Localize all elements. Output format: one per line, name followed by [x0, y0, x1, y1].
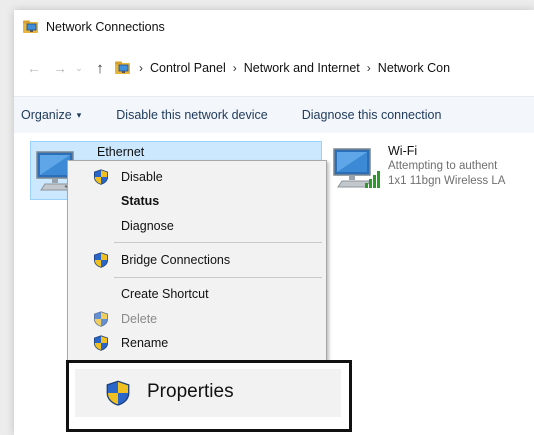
- address-bar: ← → ⌄ ↑ › Control Panel › Network and In…: [14, 50, 534, 86]
- diagnose-connection-button[interactable]: Diagnose this connection: [302, 108, 442, 122]
- menu-item-diagnose[interactable]: Diagnose: [68, 214, 326, 238]
- recent-locations-chevron-icon[interactable]: ⌄: [72, 63, 86, 74]
- menu-item-label: Rename: [121, 336, 169, 350]
- shield-icon: [93, 169, 109, 185]
- disable-device-button[interactable]: Disable this network device: [116, 108, 267, 122]
- up-arrow-icon[interactable]: ↑: [90, 60, 110, 77]
- wifi-adapter-name: 1x1 11bgn Wireless LA: [388, 175, 506, 187]
- wifi-status: Attempting to authent: [388, 160, 498, 172]
- menu-item-label: Delete: [121, 312, 158, 326]
- wifi-adapter-icon: [333, 148, 380, 188]
- organize-button[interactable]: Organize: [21, 108, 72, 122]
- properties-callout: Properties: [66, 360, 352, 432]
- menu-separator: [114, 277, 322, 278]
- menu-item-label: Disable: [121, 170, 163, 184]
- menu-item-label: Create Shortcut: [121, 287, 209, 301]
- menu-item-rename[interactable]: Rename: [68, 331, 326, 355]
- menu-item-bridge-connections[interactable]: Bridge Connections: [68, 248, 326, 272]
- menu-item-label: Status: [121, 194, 160, 208]
- menu-item-properties[interactable]: Properties: [75, 369, 341, 417]
- menu-item-label: Diagnose: [121, 219, 174, 233]
- wifi-name: Wi-Fi: [388, 144, 418, 158]
- back-arrow-icon[interactable]: ←: [24, 60, 44, 76]
- ethernet-name: Ethernet: [97, 145, 145, 159]
- context-menu: Disable Status Diagnose Bridge Connectio…: [67, 160, 327, 370]
- control-panel-icon: [114, 59, 132, 77]
- command-bar: Organize ▾ Disable this network device D…: [14, 96, 534, 134]
- menu-item-label: Bridge Connections: [121, 253, 231, 267]
- menu-item-disable[interactable]: Disable: [68, 165, 326, 189]
- title-bar: Network Connections: [14, 10, 534, 44]
- shield-icon: [93, 335, 109, 351]
- breadcrumb-separator: ›: [366, 61, 371, 75]
- menu-item-create-shortcut[interactable]: Create Shortcut: [68, 282, 326, 306]
- properties-label: Properties: [147, 381, 234, 402]
- menu-separator: [114, 242, 322, 243]
- menu-item-status[interactable]: Status: [68, 189, 326, 213]
- organize-dropdown-arrow-icon[interactable]: ▾: [77, 110, 82, 121]
- breadcrumb-separator: ›: [232, 61, 237, 75]
- window-title: Network Connections: [46, 20, 165, 34]
- menu-item-delete: Delete: [68, 307, 326, 331]
- breadcrumb-network-connections[interactable]: Network Con: [378, 61, 450, 75]
- shield-icon: [93, 311, 109, 327]
- forward-arrow-icon[interactable]: →: [50, 60, 70, 76]
- shield-icon: [93, 252, 109, 268]
- shield-icon: [105, 380, 131, 406]
- breadcrumb-separator: ›: [139, 61, 143, 75]
- breadcrumb-network-and-internet[interactable]: Network and Internet: [244, 61, 360, 75]
- breadcrumb-control-panel[interactable]: Control Panel: [150, 61, 226, 75]
- wifi-connection-item[interactable]: Wi-Fi Attempting to authent 1x1 11bgn Wi…: [332, 141, 534, 201]
- network-connections-icon: [22, 18, 40, 36]
